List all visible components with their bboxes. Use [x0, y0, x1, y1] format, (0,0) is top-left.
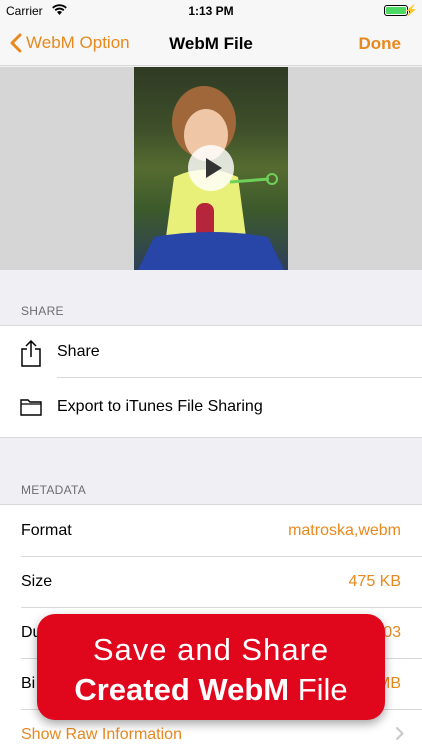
charging-bolt-icon: ⚡ [404, 5, 418, 17]
done-button[interactable]: Done [359, 34, 402, 54]
video-thumbnail[interactable] [134, 67, 288, 270]
metadata-label: Format [21, 521, 72, 539]
share-row[interactable]: Share [0, 326, 422, 377]
share-section-header: SHARE [21, 304, 64, 318]
share-label: Share [57, 342, 100, 360]
promo-rest-text: File [289, 672, 348, 707]
metadata-value: 475 KB [348, 572, 401, 590]
status-time: 1:13 PM [188, 4, 234, 18]
export-itunes-row[interactable]: Export to iTunes File Sharing [0, 377, 422, 437]
media-preview [0, 67, 422, 270]
chevron-right-icon [395, 726, 404, 741]
promo-subheadline: Created WebM File [37, 672, 385, 708]
metadata-row-size: Size 475 KB [0, 556, 422, 607]
metadata-label: Bi [21, 674, 36, 692]
promo-banner: Save and Share Created WebM File [37, 614, 385, 720]
promo-bold-text: Created WebM [74, 672, 290, 707]
navigation-bar: WebM Option WebM File Done [0, 22, 422, 66]
metadata-section-header: METADATA [21, 483, 87, 497]
export-itunes-label: Export to iTunes File Sharing [57, 398, 263, 415]
share-group: Share Export to iTunes File Sharing [0, 325, 422, 438]
play-button[interactable] [188, 145, 234, 191]
folder-icon [20, 399, 42, 416]
metadata-row-format: Format matroska,webm [0, 505, 422, 556]
status-bar: Carrier 1:13 PM ⚡ [0, 0, 422, 22]
metadata-value: matroska,webm [288, 521, 401, 539]
show-raw-information-link[interactable]: Show Raw Information [21, 726, 182, 744]
promo-headline: Save and Share [92, 632, 330, 667]
share-icon [21, 340, 41, 367]
metadata-value: 03 [383, 623, 401, 641]
metadata-label: Size [21, 572, 53, 590]
